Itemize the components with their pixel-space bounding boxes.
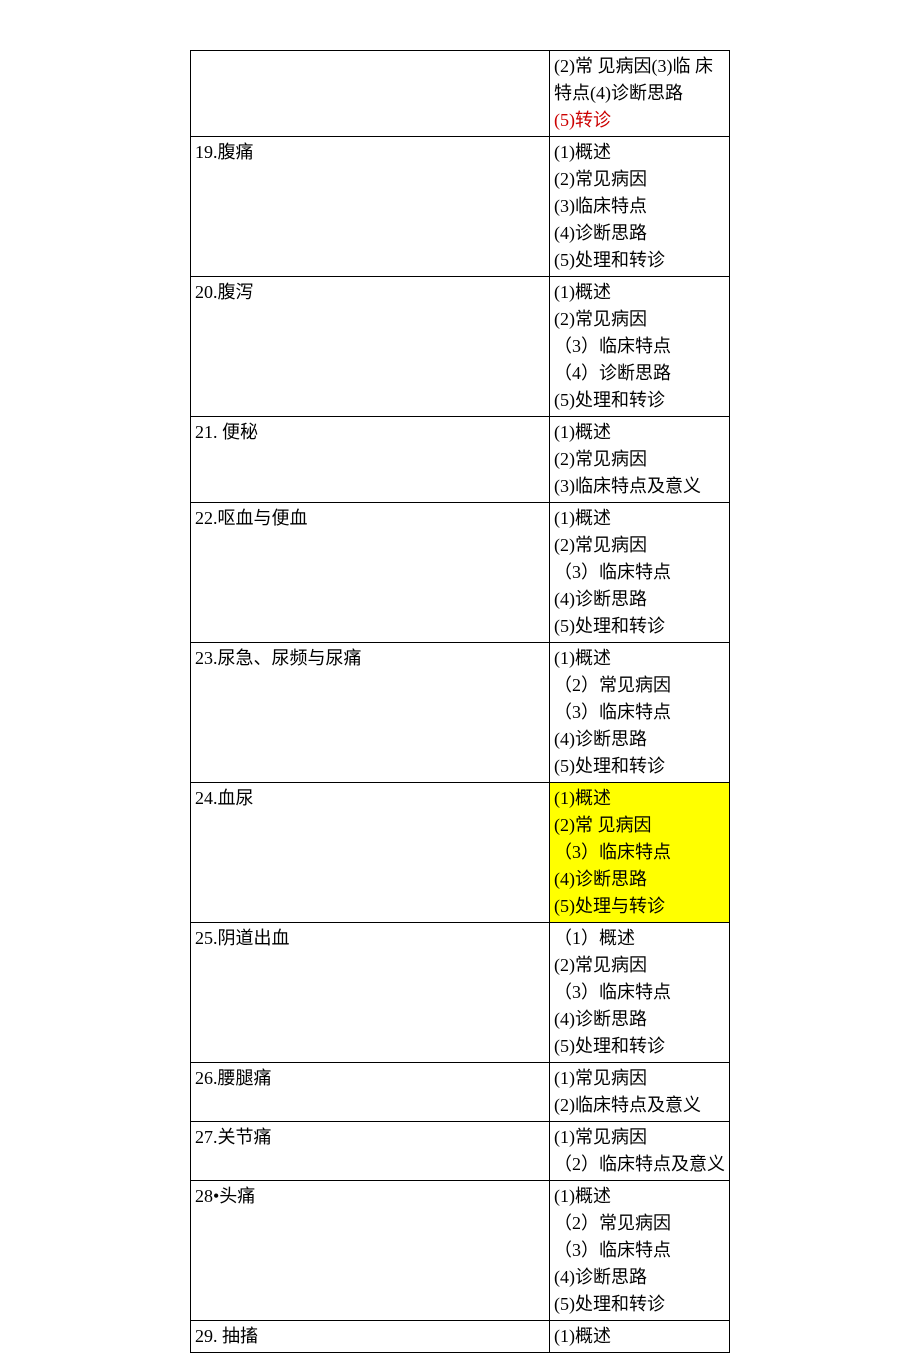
detail-line: (5)处理和转诊 (554, 387, 725, 414)
table-row: 28•头痛(1)概述（2）常见病因（3）临床特点(4)诊断思路(5)处理和转诊 (191, 1181, 730, 1321)
topic-cell: 25.阴道出血 (191, 923, 550, 1063)
table-row: 26.腰腿痛(1)常见病因(2)临床特点及意义 (191, 1063, 730, 1122)
topic-cell: 24.血尿 (191, 783, 550, 923)
table-row: 20.腹泻(1)概述(2)常见病因（3）临床特点（4）诊断思路(5)处理和转诊 (191, 277, 730, 417)
details-cell: (1)概述(2)常见病因(3)临床特点及意义 (550, 417, 730, 503)
details-cell: (1)常见病因(2)临床特点及意义 (550, 1063, 730, 1122)
details-cell: (1)概述（2）常见病因（3）临床特点(4)诊断思路(5)处理和转诊 (550, 1181, 730, 1321)
topic-cell: 19.腹痛 (191, 137, 550, 277)
topic-cell: 20.腹泻 (191, 277, 550, 417)
topic-cell: 22.呕血与便血 (191, 503, 550, 643)
detail-line: (1)常见病因 (554, 1124, 725, 1151)
table-row: (2)常 见病因(3)临 床特点(4)诊断思路 (5)转诊 (191, 51, 730, 137)
detail-line: (1)概述 (554, 645, 725, 672)
detail-line: (1)概述 (554, 279, 725, 306)
detail-line: (1)概述 (554, 419, 725, 446)
syllabus-table: (2)常 见病因(3)临 床特点(4)诊断思路(5)转诊19.腹痛(1)概述(2… (190, 50, 730, 1353)
details-cell: （1）概述(2)常见病因（3）临床特点(4)诊断思路(5)处理和转诊 (550, 923, 730, 1063)
details-cell: (1)概述(2)常见病因(3)临床特点(4)诊断思路(5)处理和转诊 (550, 137, 730, 277)
table-row: 21. 便秘(1)概述(2)常见病因(3)临床特点及意义 (191, 417, 730, 503)
topic-cell: 29. 抽搐 (191, 1321, 550, 1353)
detail-text-red: (5)转诊 (554, 110, 611, 130)
table-row: 25.阴道出血（1）概述(2)常见病因（3）临床特点(4)诊断思路(5)处理和转… (191, 923, 730, 1063)
detail-line: (2)常见病因 (554, 306, 725, 333)
detail-line: (1)概述 (554, 1323, 725, 1350)
detail-line: （3）临床特点 (554, 1237, 725, 1264)
topic-cell: 21. 便秘 (191, 417, 550, 503)
detail-line: (2)常见病因 (554, 446, 725, 473)
topic-cell: 23.尿急、尿频与尿痛 (191, 643, 550, 783)
detail-line: (2)常 见病因 (554, 812, 725, 839)
details-cell: (1)常见病因（2）临床特点及意义 (550, 1122, 730, 1181)
detail-line: (5)处理和转诊 (554, 1033, 725, 1060)
detail-line: (4)诊断思路 (554, 866, 725, 893)
detail-line: (5)处理和转诊 (554, 613, 725, 640)
detail-line: （3）临床特点 (554, 839, 725, 866)
detail-line: (5)处理与转诊 (554, 893, 725, 920)
detail-line: (4)诊断思路 (554, 220, 725, 247)
detail-line: (3)临床特点 (554, 193, 725, 220)
table-row: 23.尿急、尿频与尿痛(1)概述（2）常见病因（3）临床特点(4)诊断思路(5)… (191, 643, 730, 783)
detail-line: (4)诊断思路 (554, 1264, 725, 1291)
details-cell: (1)概述(2)常见病因（3）临床特点（4）诊断思路(5)处理和转诊 (550, 277, 730, 417)
details-cell: (2)常 见病因(3)临 床特点(4)诊断思路 (5)转诊 (550, 51, 730, 137)
table-row: 19.腹痛(1)概述(2)常见病因(3)临床特点(4)诊断思路(5)处理和转诊 (191, 137, 730, 277)
detail-text: (2)常 见病因(3)临 床特点(4)诊断思路 (554, 56, 713, 103)
detail-line: (5)处理和转诊 (554, 247, 725, 274)
detail-line: (5)处理和转诊 (554, 753, 725, 780)
detail-line: （2）临床特点及意义 (554, 1151, 725, 1178)
detail-line: (4)诊断思路 (554, 726, 725, 753)
topic-cell: 28•头痛 (191, 1181, 550, 1321)
detail-line: （3）临床特点 (554, 699, 725, 726)
detail-line: (2)常见病因 (554, 952, 725, 979)
details-cell: (1)概述 (550, 1321, 730, 1353)
detail-line: （4）诊断思路 (554, 360, 725, 387)
detail-line: (3)临床特点及意义 (554, 473, 725, 500)
detail-line: (2)常见病因 (554, 532, 725, 559)
details-cell: (1)概述(2)常见病因（3）临床特点(4)诊断思路(5)处理和转诊 (550, 503, 730, 643)
detail-line: (4)诊断思路 (554, 1006, 725, 1033)
detail-line: (2)临床特点及意义 (554, 1092, 725, 1119)
detail-line: (2)常见病因 (554, 166, 725, 193)
detail-line: (1)概述 (554, 505, 725, 532)
detail-line: (1)概述 (554, 785, 725, 812)
detail-line: （1）概述 (554, 925, 725, 952)
table-row: 22.呕血与便血(1)概述(2)常见病因（3）临床特点(4)诊断思路(5)处理和… (191, 503, 730, 643)
detail-line: (1)常见病因 (554, 1065, 725, 1092)
detail-line: （2）常见病因 (554, 672, 725, 699)
topic-cell: 26.腰腿痛 (191, 1063, 550, 1122)
detail-line: (4)诊断思路 (554, 586, 725, 613)
detail-line: (1)概述 (554, 1183, 725, 1210)
detail-line: (1)概述 (554, 139, 725, 166)
detail-line: （3）临床特点 (554, 979, 725, 1006)
topic-cell (191, 51, 550, 137)
table-row: 29. 抽搐(1)概述 (191, 1321, 730, 1353)
detail-line: （3）临床特点 (554, 559, 725, 586)
detail-line: （3）临床特点 (554, 333, 725, 360)
table-row: 24.血尿(1)概述(2)常 见病因（3）临床特点(4)诊断思路(5)处理与转诊 (191, 783, 730, 923)
details-cell: (1)概述（2）常见病因（3）临床特点(4)诊断思路(5)处理和转诊 (550, 643, 730, 783)
details-cell: (1)概述(2)常 见病因（3）临床特点(4)诊断思路(5)处理与转诊 (550, 783, 730, 923)
detail-line: (5)处理和转诊 (554, 1291, 725, 1318)
detail-line: （2）常见病因 (554, 1210, 725, 1237)
table-row: 27.关节痛(1)常见病因（2）临床特点及意义 (191, 1122, 730, 1181)
topic-cell: 27.关节痛 (191, 1122, 550, 1181)
